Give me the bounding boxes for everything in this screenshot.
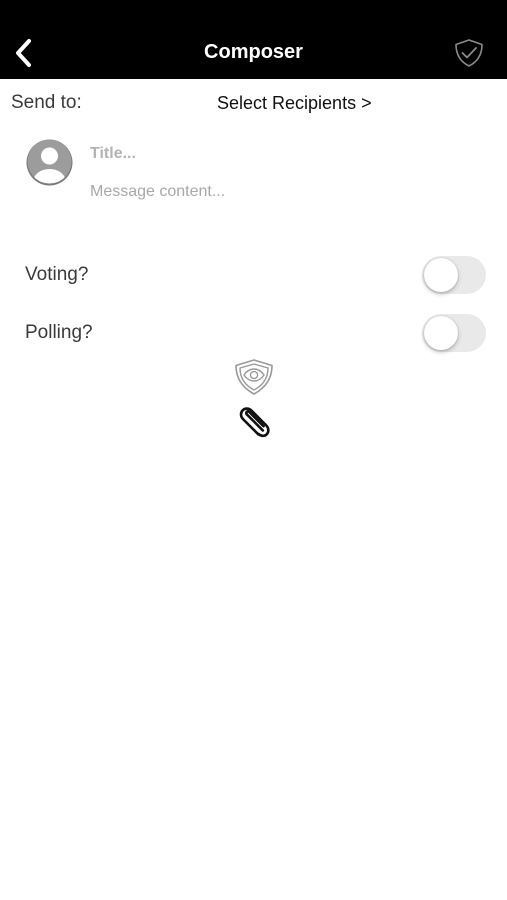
polling-toggle-knob [424, 316, 458, 350]
attach-button[interactable] [232, 402, 276, 444]
shield-check-button[interactable] [450, 35, 488, 71]
shield-eye-icon [235, 359, 273, 395]
polling-toggle[interactable] [422, 314, 486, 352]
send-to-row: Send to: Select Recipients > [0, 79, 507, 125]
send-to-label: Send to: [11, 92, 82, 113]
privacy-button[interactable] [231, 356, 277, 398]
user-avatar-icon [25, 137, 74, 186]
polling-option-row: Polling? [0, 313, 507, 353]
nav-bar: Composer [0, 0, 507, 79]
shield-check-icon [455, 39, 483, 67]
title-input[interactable] [88, 141, 468, 167]
paperclip-icon [239, 407, 270, 438]
voting-option-row: Voting? [0, 255, 507, 295]
select-recipients-link[interactable]: Select Recipients > [217, 91, 372, 115]
page-title: Composer [204, 41, 303, 63]
message-content-input[interactable] [88, 181, 468, 209]
polling-label: Polling? [25, 322, 93, 343]
voting-toggle-knob [424, 258, 458, 292]
voting-toggle[interactable] [422, 256, 486, 294]
voting-label: Voting? [25, 264, 89, 285]
